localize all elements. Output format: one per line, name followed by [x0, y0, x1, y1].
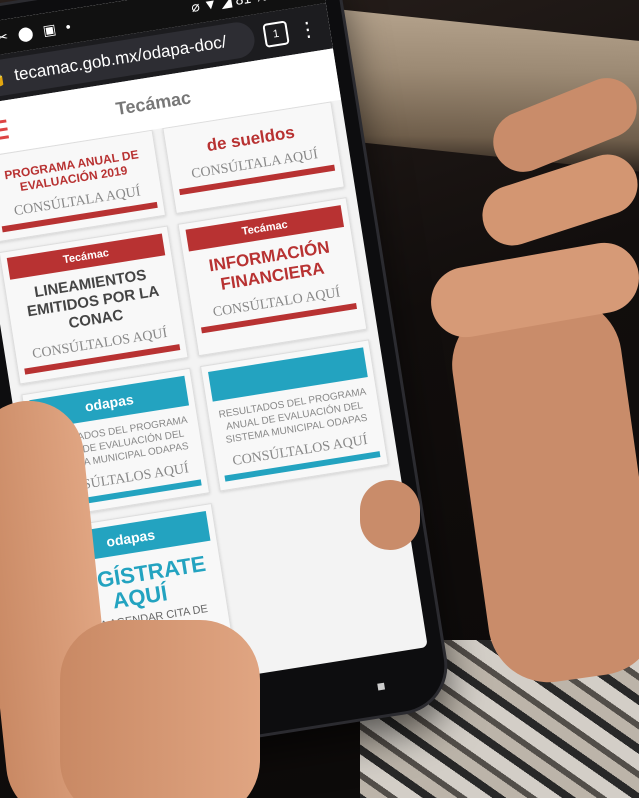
recents-icon[interactable]: ■ [376, 677, 387, 694]
right-hand-palm [444, 290, 639, 690]
left-hand-finger [360, 480, 420, 550]
lock-icon: 🔒 [0, 66, 8, 90]
hamburger-menu-icon[interactable] [0, 115, 10, 148]
left-hand-palm [60, 620, 260, 798]
browser-menu-button[interactable]: ⋮ [296, 15, 320, 43]
card-informacion-financiera[interactable]: Tecámac INFORMACIÓN FINANCIERA CONSÚLTAL… [177, 196, 368, 357]
site-logo[interactable]: Tecámac [114, 87, 192, 120]
photo-scene: ▣ ✂ ⬤ ▣ • ⌀ ▼ ◢ 81 % 20:22 🔒 tecamac.gob… [0, 0, 639, 798]
tab-switcher-button[interactable]: 1 [262, 20, 290, 48]
card-lineamientos[interactable]: Tecámac LINEAMIENTOS EMITIDOS POR LA CON… [0, 225, 189, 385]
card-resultados-odapas-2[interactable]: RESULTADOS DEL PROGRAMA ANUAL DE EVALUAC… [199, 339, 389, 492]
